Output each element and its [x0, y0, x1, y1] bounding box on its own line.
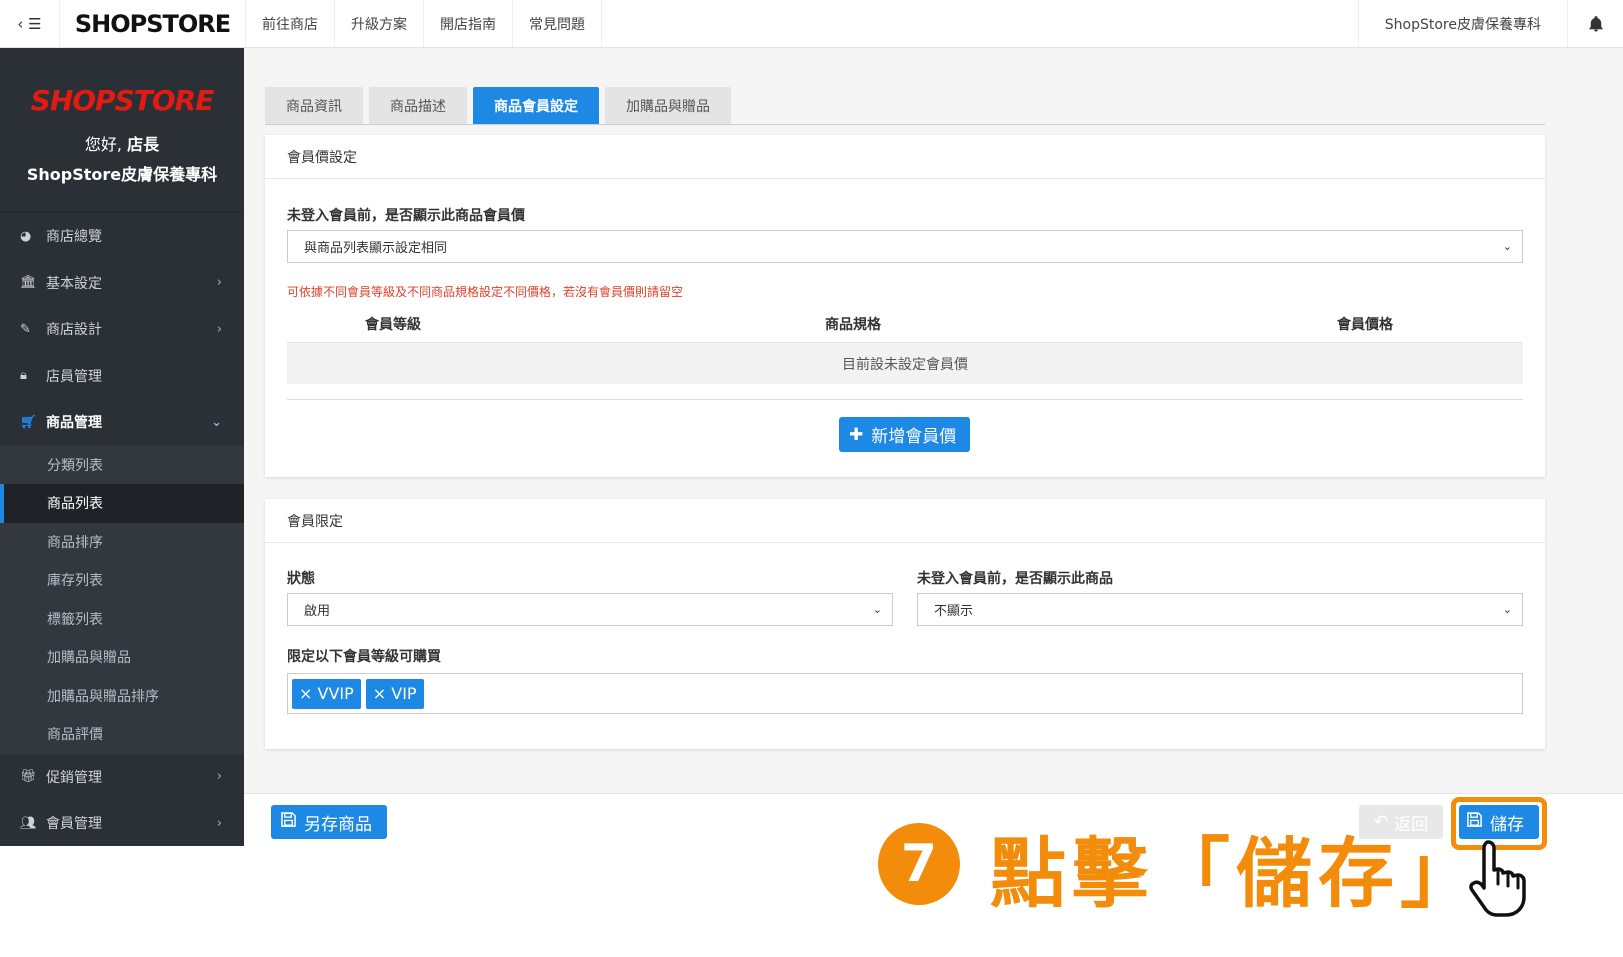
status-select[interactable]: 啟用 ⌄ — [287, 593, 893, 626]
sidebar: SHOPSTORE 您好, 店長 ShopStore皮膚保養專科 ◕ 商店總覽 … — [0, 48, 244, 846]
products-submenu: 分類列表 商品列表 商品排序 庫存列表 標籤列表 加購品與贈品 加購品與贈品排序… — [0, 445, 244, 754]
submenu-item-addon-sort[interactable]: 加購品與贈品排序 — [0, 677, 244, 716]
show-member-price-label: 未登入會員前，是否顯示此商品會員價 — [287, 208, 525, 224]
submenu-item-reviews[interactable]: 商品評價 — [0, 715, 244, 754]
top-bar: ‹ ☰ SHOPSTORE 前往商店 升級方案 開店指南 常見問題 ShopSt… — [0, 0, 1623, 48]
sidebar-item-label: 商店設計 — [46, 322, 102, 339]
main-content: 商品資訊 商品描述 商品會員設定 加購品與贈品 會員價設定 未登入會員前，是否顯… — [244, 48, 1623, 846]
cart-icon: 🛒︎ — [20, 414, 37, 430]
sidebar-item-promotions[interactable]: 🎁︎ 促銷管理 › — [0, 754, 244, 801]
magic-wand-icon: ✎ — [20, 321, 31, 337]
step-number-badge: 7 — [878, 823, 960, 905]
show-product-select[interactable]: 不顯示 ⌄ — [917, 593, 1523, 626]
sidebar-item-products[interactable]: 🛒︎ 商品管理 ⌄ — [0, 399, 244, 446]
add-member-price-label: 新增會員價 — [871, 427, 957, 447]
pointer-hand-icon — [1466, 838, 1532, 922]
panel-title: 會員價設定 — [265, 135, 1545, 179]
show-product-label: 未登入會員前，是否顯示此商品 — [917, 571, 1113, 587]
greeting-prefix: 您好, — [84, 135, 122, 154]
chevron-down-icon: ⌄ — [1502, 240, 1512, 253]
tab-product-info[interactable]: 商品資訊 — [265, 87, 363, 125]
chevron-down-icon: ⌄ — [211, 414, 222, 430]
tab-divider — [265, 124, 1545, 125]
member-level-tag[interactable]: × VIP — [365, 678, 424, 709]
member-level-tag[interactable]: × VVIP — [292, 678, 361, 709]
greeting: 您好, 店長 — [0, 131, 244, 155]
sidebar-item-label: 商品管理 — [46, 415, 102, 432]
column-product-spec: 商品規格 — [825, 316, 881, 333]
sidebar-header: SHOPSTORE 您好, 店長 ShopStore皮膚保養專科 — [0, 48, 244, 213]
submenu-item-addons[interactable]: 加購品與贈品 — [0, 638, 244, 677]
tab-addons-gifts[interactable]: 加購品與贈品 — [605, 87, 731, 125]
logo-text: SHOPSTORE — [74, 9, 231, 38]
sidebar-item-label: 促銷管理 — [46, 769, 102, 786]
member-levels-multiselect[interactable]: × VVIP × VIP — [287, 673, 1523, 714]
chevron-right-icon: › — [216, 275, 222, 291]
sidebar-item-dashboard[interactable]: ◕ 商店總覽 — [0, 213, 244, 260]
users-icon: 👥︎ — [20, 815, 37, 831]
member-price-hint: 可依據不同會員等級及不同商品規格設定不同價格，若沒有會員價則請留空 — [287, 285, 684, 299]
bank-icon: 🏛 — [20, 275, 37, 291]
chevron-right-icon: › — [216, 321, 222, 337]
bell-icon[interactable] — [1567, 0, 1623, 47]
top-nav: 前往商店 升級方案 開店指南 常見問題 — [246, 0, 602, 47]
shopstore-logo[interactable]: SHOPSTORE — [60, 0, 246, 47]
chevron-right-icon: › — [216, 769, 222, 785]
sidebar-item-staff[interactable]: 🔒︎ 店員管理 — [0, 353, 244, 400]
save-as-label: 另存商品 — [304, 814, 372, 835]
column-member-level: 會員等級 — [365, 316, 421, 333]
member-price-empty-row: 目前設未設定會員價 — [287, 343, 1523, 384]
plus-icon: ✚ — [849, 424, 864, 445]
submenu-item-tags[interactable]: 標籤列表 — [0, 600, 244, 639]
submenu-item-categories[interactable]: 分類列表 — [0, 446, 244, 485]
sidebar-item-basic-settings[interactable]: 🏛 基本設定 › — [0, 260, 244, 307]
greeting-name: 店長 — [127, 135, 160, 154]
nav-store-guide[interactable]: 開店指南 — [424, 0, 513, 47]
select-value: 與商品列表顯示設定相同 — [304, 241, 448, 256]
nav-go-to-store[interactable]: 前往商店 — [246, 0, 335, 47]
annotation-instruction: 點擊「儲存」 — [990, 829, 1482, 918]
divider — [287, 399, 1523, 400]
panel-title: 會員限定 — [265, 499, 1545, 543]
add-member-price-button[interactable]: ✚ 新增會員價 — [839, 417, 970, 452]
sidebar-item-members[interactable]: 👥︎ 會員管理 › — [0, 800, 244, 847]
save-as-new-button[interactable]: 另存商品 — [271, 805, 387, 839]
submenu-item-product-sort[interactable]: 商品排序 — [0, 523, 244, 562]
column-member-price: 會員價格 — [1337, 316, 1393, 333]
nav-faq[interactable]: 常見問題 — [513, 0, 602, 47]
tab-product-description[interactable]: 商品描述 — [369, 87, 467, 125]
sidebar-item-store-design[interactable]: ✎ 商店設計 › — [0, 306, 244, 353]
show-member-price-select[interactable]: 與商品列表顯示設定相同 ⌄ — [287, 230, 1523, 263]
gift-icon: 🎁︎ — [20, 769, 37, 785]
select-value: 啟用 — [304, 604, 331, 619]
sidebar-item-label: 基本設定 — [46, 275, 102, 292]
sidebar-item-label: 會員管理 — [46, 816, 102, 833]
nav-upgrade-plan[interactable]: 升級方案 — [335, 0, 424, 47]
sidebar-toggle-button[interactable]: ‹ ☰ — [0, 0, 60, 48]
select-value: 不顯示 — [934, 604, 974, 619]
tab-member-settings[interactable]: 商品會員設定 — [473, 87, 599, 125]
dashboard-icon: ◕ — [20, 228, 32, 244]
product-tabs: 商品資訊 商品描述 商品會員設定 加購品與贈品 — [265, 87, 731, 125]
sidebar-item-label: 商店總覽 — [46, 229, 102, 246]
floppy-disk-icon — [281, 812, 296, 832]
lock-icon: 🔒︎ — [20, 368, 27, 384]
chevron-right-icon: › — [216, 815, 222, 831]
sidebar-store-name: ShopStore皮膚保養專科 — [26, 165, 218, 184]
sidebar-logo: SHOPSTORE — [30, 84, 215, 117]
submenu-item-product-list[interactable]: 商品列表 — [0, 484, 244, 523]
member-limit-panel: 會員限定 狀態 啟用 ⌄ 未登入會員前，是否顯示此商品 不顯示 ⌄ 限定以下會員… — [265, 499, 1545, 749]
member-price-table-header: 會員等級 商品規格 會員價格 — [287, 305, 1523, 343]
chevron-down-icon: ⌄ — [1502, 603, 1512, 616]
member-levels-label: 限定以下會員等級可購買 — [287, 649, 441, 665]
status-label: 狀態 — [287, 571, 315, 587]
sidebar-item-label: 店員管理 — [46, 368, 102, 385]
member-price-panel: 會員價設定 未登入會員前，是否顯示此商品會員價 與商品列表顯示設定相同 ⌄ 可依… — [265, 135, 1545, 477]
submenu-item-inventory[interactable]: 庫存列表 — [0, 561, 244, 600]
chevron-down-icon: ⌄ — [872, 603, 882, 616]
store-name-menu[interactable]: ShopStore皮膚保養專科 — [1357, 0, 1567, 47]
